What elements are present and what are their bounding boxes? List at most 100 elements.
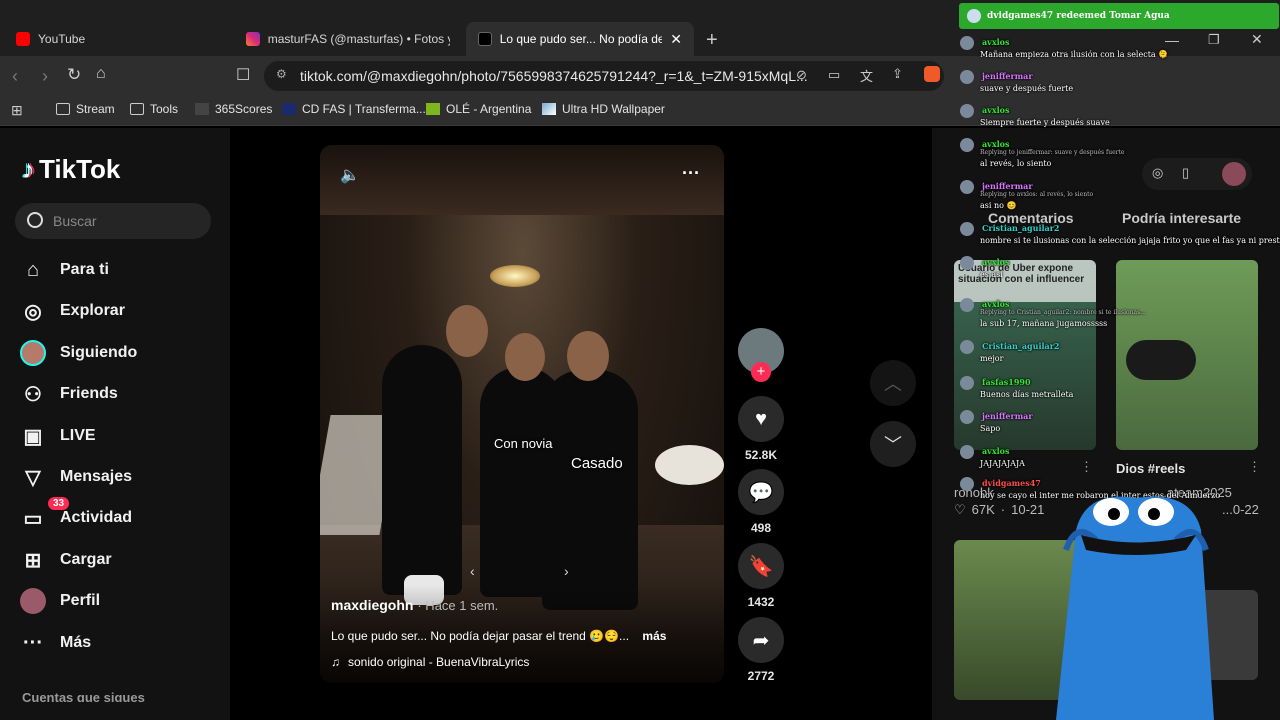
more-options-icon[interactable]: ··· [682,163,700,184]
nav-mensajes[interactable]: ▽ Mensajes [20,461,220,493]
maximize-icon[interactable]: ❐ [1208,32,1220,48]
like-button[interactable]: ♥ 52.8K [738,396,784,462]
tab-tiktok[interactable]: Lo que pudo ser... No podía deja ✕ [466,22,694,56]
nav-friends[interactable]: ⚇ Friends [20,378,220,410]
save-button[interactable]: 🔖 1432 [738,543,784,609]
mute-icon[interactable]: 🔈 [340,165,360,185]
prev-post-button[interactable]: ︿ [870,360,916,406]
nav-siguiendo[interactable]: Siguiendo [20,337,220,369]
bookmark-ole[interactable]: OLÉ - Argentina [426,102,531,116]
avatar-icon [20,340,46,366]
nav-actividad[interactable]: ▭ 33 Actividad [20,497,220,534]
chat-avatar-icon [960,410,974,424]
video-title-2[interactable]: Dios #reels [1116,461,1185,476]
heart-icon: ♥ [738,396,784,442]
next-post-button[interactable]: ﹀ [870,421,916,467]
search-icon [27,212,43,228]
nav-cargar[interactable]: ⊞ Cargar [20,544,220,576]
url-field[interactable]: ⚙ tiktok.com/@maxdiegohn/photo/756599837… [264,61,944,91]
site-info-icon[interactable]: ⚙ [276,67,287,81]
apps-grid-icon[interactable]: ⊞ [11,102,23,119]
video-more-icon-1[interactable]: ⋮ [1080,459,1093,475]
more-link[interactable]: más [642,629,666,643]
home-button-icon[interactable]: ⌂ [96,65,106,83]
nav-label: Mensajes [60,468,133,485]
inbox-icon: ▭ 33 [20,497,70,531]
video-likes-1: 67K [971,502,995,517]
bookmark-365scores[interactable]: 365Scores [195,102,272,116]
post-photo[interactable]: Con novia Casado 🔈 ··· ‹ › maxdiegohn · … [320,145,724,683]
search-placeholder: Buscar [53,213,97,229]
nav-explorar[interactable]: ◎ Explorar [20,295,220,327]
tab-podria-interesarte[interactable]: Podría interesarte [1122,210,1241,226]
author-avatar-button[interactable]: + [738,328,784,382]
bookmark-stream[interactable]: Stream [56,102,115,116]
person-right [542,370,638,610]
ceiling [320,145,724,215]
device-icon[interactable]: ▯ [1182,165,1189,181]
chat-text: JAJAJAJAJA [980,459,1025,468]
reload-icon[interactable]: ↻ [67,65,81,85]
user-avatar-icon[interactable] [1222,162,1246,186]
compass-small-icon[interactable]: ◎ [1152,165,1163,181]
chat-username: jeniffermar [982,181,1033,191]
bookmark-tools[interactable]: Tools [130,102,178,116]
bookmark-icon[interactable]: ☐ [236,65,250,85]
tm-icon [282,103,296,115]
chat-username: Cristian_aguilar2 [982,341,1060,351]
tiktok-icon [478,32,492,46]
video-thumb-2[interactable] [1116,260,1258,450]
translate-icon[interactable]: 文 [860,66,873,85]
tiktok-logo[interactable]: ♪ TikTok [22,154,120,185]
address-bar-row: ‹ › ↻ ⌂ ☐ ⚙ tiktok.com/@maxdiegohn/photo… [0,56,1280,96]
comment-button[interactable]: 💬 498 [738,469,784,535]
following-section-label: Cuentas que sigues [22,690,145,702]
share-icon[interactable]: ⇪ [892,66,903,82]
cast-icon[interactable]: ▭ [828,67,840,83]
forward-icon[interactable]: › [42,66,48,87]
nav-live[interactable]: ▣ LIVE [20,420,220,452]
chat-username: avxlos [982,37,1010,47]
bookmark-cdfas[interactable]: CD FAS | Transferma... [282,102,426,116]
reader-icon[interactable]: ⊘ [796,67,807,83]
chat-avatar-icon [960,36,974,50]
sound-row[interactable]: ♫ sonido original - BuenaVibraLyrics [331,655,529,669]
video-thumb-1[interactable]: Usuario de Uber expone situación con el … [954,260,1096,450]
chat-username: fasfas1990 [982,377,1031,387]
author-row: maxdiegohn · Hace 1 sem. [331,597,498,613]
nav-para-ti[interactable]: ⌂ Para ti [20,254,220,286]
follow-plus-icon[interactable]: + [751,362,771,382]
nav-perfil[interactable]: Perfil [20,585,220,617]
tab-label: masturFAS (@masturfas) • Fotos y vid [267,32,450,46]
tab-instagram[interactable]: masturFAS (@masturfas) • Fotos y vid [234,22,462,56]
video-more-icon[interactable]: ⋮ [1248,459,1261,475]
caption-text: Lo que pudo ser... No podía dejar pasar … [331,629,630,643]
nav-mas[interactable]: ··· Más [20,627,220,659]
close-window-icon[interactable]: ✕ [1251,31,1263,48]
send-icon: ▽ [25,466,41,489]
next-photo-icon[interactable]: › [564,563,569,579]
prev-photo-icon[interactable]: ‹ [470,563,475,579]
ceiling-light [490,265,540,287]
meta-separator: · [1000,502,1006,517]
head-left [446,305,488,357]
search-input[interactable]: Buscar [15,203,211,239]
author-name[interactable]: maxdiegohn [331,597,413,613]
chat-text: Sapo [980,424,1001,433]
thumb-text: Usuario de Uber expone situación con el … [954,260,1096,302]
brave-shield-icon[interactable] [924,66,940,82]
bookmark-wallpaper[interactable]: Ultra HD Wallpaper [542,102,665,116]
close-tab-icon[interactable]: ✕ [670,31,682,48]
url-text: tiktok.com/@maxdiegohn/photo/75659983746… [300,68,808,84]
nav-label: Cargar [60,551,112,568]
share-button[interactable]: ➦ 2772 [738,617,784,683]
back-icon[interactable]: ‹ [12,66,18,87]
minimize-icon[interactable]: — [1165,32,1179,48]
tab-label: YouTube [38,32,86,46]
new-tab-button[interactable]: + [706,29,718,52]
comment-icon: 💬 [738,469,784,515]
chat-avatar-icon [960,445,974,459]
chat-username: avxlos [982,299,1010,309]
nav-label: Friends [60,385,118,402]
tab-youtube[interactable]: YouTube [4,22,232,56]
